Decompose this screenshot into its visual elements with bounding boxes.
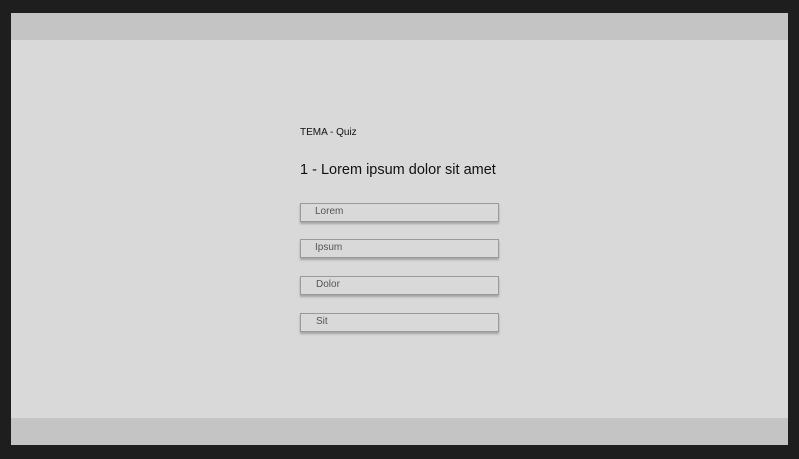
top-bar — [11, 13, 788, 40]
answer-option-ipsum[interactable]: Ipsum — [300, 239, 499, 258]
app-frame: TEMA - Quiz 1 - Lorem ipsum dolor sit am… — [11, 13, 788, 445]
quiz-question: 1 - Lorem ipsum dolor sit amet — [300, 162, 496, 178]
answer-option-label: Dolor — [316, 279, 340, 290]
answer-option-sit[interactable]: Sit — [300, 313, 499, 332]
answer-option-label: Sit — [316, 316, 328, 327]
answer-option-dolor[interactable]: Dolor — [300, 276, 499, 295]
quiz-topic: TEMA - Quiz — [300, 127, 357, 138]
answer-option-label: Ipsum — [315, 242, 343, 253]
bottom-bar — [11, 418, 788, 445]
answer-option-lorem[interactable]: Lorem — [300, 203, 499, 222]
answer-option-label: Lorem — [315, 206, 344, 217]
